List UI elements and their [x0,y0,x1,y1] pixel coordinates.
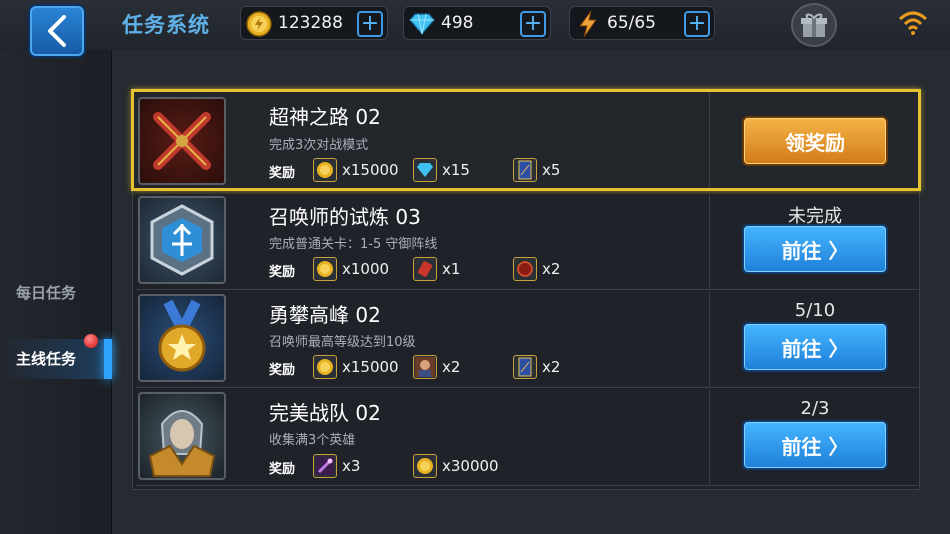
gold-coin-icon [313,355,337,379]
active-tab-indicator [104,339,112,379]
reward-count: x15000 [342,161,399,179]
tab-daily-tasks[interactable]: 每日任务 [0,273,112,313]
scroll-icon [413,257,437,281]
reward-item: x1 [413,257,460,281]
divider [709,390,710,486]
diamond-counter: 498 + [403,6,551,40]
reward-item: x3 [313,454,360,478]
reward-label: 奖励 [269,166,296,181]
diamond-icon [408,10,436,38]
task-status: 5/10 [794,300,836,321]
divider [709,92,710,188]
energy-counter: 65/65 + [569,6,715,40]
gold-coin-icon [313,257,337,281]
reward-item: x15 [413,158,470,182]
reward-item: x2 [413,355,460,379]
reward-count: x2 [542,358,561,376]
reward-count: x2 [442,358,461,376]
gold-value: 123288 [278,13,343,33]
gold-coin-icon [313,158,337,182]
reward-count: x15000 [342,358,399,376]
gift-icon [801,13,827,37]
reward-item: x5 [513,158,560,182]
add-diamond-button[interactable]: + [520,11,546,37]
lightning-icon [574,10,602,38]
notification-dot [84,334,98,348]
task-name: 召唤师的试炼 03 [269,205,421,229]
tab-main-label: 主线任务 [16,350,77,368]
go-button[interactable]: 前往 〉 [742,420,888,470]
reward-count: x1 [442,260,461,278]
task-status: 2/3 [800,398,830,419]
shield-badge-icon [138,196,226,284]
energy-value: 65/65 [607,13,656,33]
reward-count: x1000 [342,260,390,278]
medal-icon [138,294,226,382]
go-button[interactable]: 前往 〉 [742,224,888,274]
diamond-icon [413,158,437,182]
reward-item: x30000 [413,454,499,478]
crossed-swords-icon [138,97,226,185]
go-button[interactable]: 前往 〉 [742,322,888,372]
gift-button[interactable] [791,3,837,47]
reward-label: 奖励 [269,265,296,280]
divider [709,292,710,388]
task-name: 完美战队 02 [269,401,381,425]
task-description: 完成普通关卡：1-5 守御阵线 [269,237,438,252]
reward-count: x3 [342,457,361,475]
add-energy-button[interactable]: + [684,11,710,37]
task-name: 勇攀高峰 02 [269,303,381,327]
reward-item: x2 [513,355,560,379]
claim-reward-button[interactable]: 领奖励 [742,116,888,166]
hero-squad-icon [138,392,226,480]
card-icon [513,355,537,379]
wand-icon [313,454,337,478]
orb-icon [513,257,537,281]
diamond-value: 498 [441,13,474,33]
wifi-icon [898,11,928,35]
reward-item: x15000 [313,158,399,182]
page-title: 任务系统 [122,13,210,37]
gold-counter: 123288 + [240,6,388,40]
chevron-left-icon [48,15,66,47]
reward-count: x15 [442,161,470,179]
task-name: 超神之路 02 [269,105,381,129]
back-button[interactable] [28,4,86,58]
gold-coin-icon [413,454,437,478]
task-description: 召唤师最高等级达到10级 [269,335,416,350]
divider [709,194,710,290]
reward-item: x1000 [313,257,389,281]
task-description: 收集满3个英雄 [269,433,356,448]
task-description: 完成3次对战模式 [269,138,369,153]
reward-item: x2 [513,257,560,281]
reward-label: 奖励 [269,363,296,378]
gold-coin-icon [245,10,273,38]
add-gold-button[interactable]: + [357,11,383,37]
reward-count: x2 [542,260,561,278]
reward-label: 奖励 [269,462,296,477]
reward-count: x30000 [442,457,499,475]
card-icon [513,158,537,182]
reward-item: x15000 [313,355,399,379]
hero-portrait-icon [413,355,437,379]
reward-count: x5 [542,161,561,179]
